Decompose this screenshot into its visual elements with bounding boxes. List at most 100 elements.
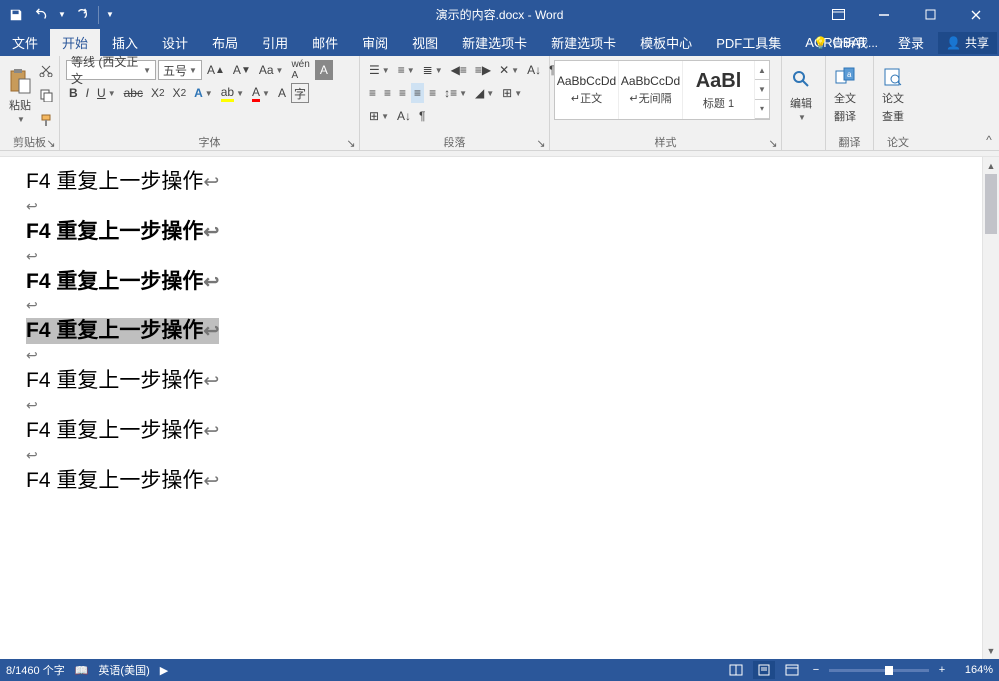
- bullets-icon[interactable]: ☰▼: [366, 60, 393, 80]
- translate-button[interactable]: a 全文 翻译: [830, 58, 860, 132]
- shrink-font-icon[interactable]: A▼: [230, 60, 254, 80]
- italic-button[interactable]: I: [83, 83, 92, 103]
- grow-font-icon[interactable]: A▲: [204, 60, 228, 80]
- dialog-launcher-icon[interactable]: ↘: [45, 137, 57, 149]
- undo-icon[interactable]: [30, 3, 54, 27]
- asian-layout-icon[interactable]: ✕▼: [496, 60, 522, 80]
- signin-button[interactable]: 登录: [890, 33, 932, 52]
- superscript-button[interactable]: X2: [170, 83, 190, 103]
- tab-layout[interactable]: 布局: [200, 29, 250, 56]
- dialog-launcher-icon[interactable]: ↘: [535, 137, 547, 149]
- align-center-icon[interactable]: ≡: [381, 83, 394, 103]
- tab-design[interactable]: 设计: [150, 29, 200, 56]
- dupcheck-button[interactable]: 论文 查重: [878, 58, 908, 132]
- enclose-characters-icon[interactable]: 字: [291, 83, 309, 103]
- numbering-icon[interactable]: ≡▼: [395, 60, 418, 80]
- character-border-icon[interactable]: A: [315, 60, 333, 80]
- scroll-track[interactable]: [983, 174, 999, 642]
- save-icon[interactable]: [4, 3, 28, 27]
- highlight-icon[interactable]: ab▼: [218, 83, 247, 103]
- tab-pdftools[interactable]: PDF工具集: [704, 29, 793, 56]
- tab-file[interactable]: 文件: [0, 29, 50, 56]
- align-right-icon[interactable]: ≡: [396, 83, 409, 103]
- collapse-ribbon-icon[interactable]: ^: [979, 56, 999, 150]
- multilevel-list-icon[interactable]: ≣▼: [420, 60, 446, 80]
- decrease-indent-icon[interactable]: ◀≡: [448, 60, 470, 80]
- zoom-slider[interactable]: [829, 669, 929, 672]
- macro-indicator-icon[interactable]: ▶: [160, 664, 168, 677]
- align-left-icon[interactable]: ≡: [366, 83, 379, 103]
- strikethrough-button[interactable]: abc: [121, 83, 146, 103]
- tell-me-search[interactable]: 💡 告诉我...: [813, 34, 878, 51]
- qat-customize-icon[interactable]: ▼: [103, 3, 117, 27]
- zoom-level[interactable]: 164%: [955, 664, 993, 676]
- share-button[interactable]: 👤 共享: [938, 32, 997, 54]
- gallery-up-icon[interactable]: ▲: [755, 61, 769, 80]
- paragraph-mark[interactable]: ↩: [26, 347, 973, 364]
- dialog-launcher-icon[interactable]: ↘: [345, 137, 357, 149]
- doc-line[interactable]: F4 重复上一步操作↩: [26, 368, 973, 394]
- tab-references[interactable]: 引用: [250, 29, 300, 56]
- minimize-icon[interactable]: [861, 0, 907, 29]
- style-normal[interactable]: AaBbCcDd ↵正文: [555, 61, 619, 119]
- gallery-more-icon[interactable]: ▾: [755, 100, 769, 119]
- language-indicator[interactable]: 英语(美国): [98, 662, 149, 678]
- spellcheck-icon[interactable]: 📖: [75, 664, 89, 677]
- change-case-icon[interactable]: Aa▼: [256, 60, 287, 80]
- doc-line[interactable]: F4 重复上一步操作↩: [26, 219, 973, 245]
- dialog-launcher-icon[interactable]: ↘: [767, 137, 779, 149]
- font-color-icon[interactable]: A▼: [249, 83, 273, 103]
- paragraph-marks-icon[interactable]: ¶: [416, 106, 428, 126]
- doc-line[interactable]: F4 重复上一步操作↩: [26, 418, 973, 444]
- doc-line-selected[interactable]: F4 重复上一步操作↩: [26, 318, 219, 344]
- editing-button[interactable]: 编辑 ▼: [786, 58, 816, 132]
- tab-newtab1[interactable]: 新建选项卡: [450, 29, 539, 56]
- cut-icon[interactable]: [38, 62, 54, 78]
- doc-line[interactable]: F4 重复上一步操作↩: [26, 468, 973, 494]
- tab-newtab2[interactable]: 新建选项卡: [539, 29, 628, 56]
- increase-indent-icon[interactable]: ≡▶: [472, 60, 494, 80]
- tab-review[interactable]: 审阅: [350, 29, 400, 56]
- undo-dropdown-icon[interactable]: ▼: [56, 3, 68, 27]
- read-mode-icon[interactable]: [725, 661, 747, 679]
- bold-button[interactable]: B: [66, 83, 81, 103]
- line-spacing-icon[interactable]: ↕≡▼: [441, 83, 470, 103]
- distributed-icon[interactable]: ≡: [426, 83, 439, 103]
- vertical-scrollbar[interactable]: ▲ ▼: [982, 157, 999, 659]
- doc-line[interactable]: F4 重复上一步操作↩: [26, 269, 973, 295]
- shading-icon[interactable]: ◢▼: [472, 83, 497, 103]
- format-painter-icon[interactable]: [38, 112, 54, 128]
- font-size-combo[interactable]: 五号▼: [158, 60, 202, 80]
- scroll-thumb[interactable]: [985, 174, 997, 234]
- close-icon[interactable]: [953, 0, 999, 29]
- underline-button[interactable]: U▼: [94, 83, 119, 103]
- tab-insert[interactable]: 插入: [100, 29, 150, 56]
- document-page[interactable]: F4 重复上一步操作↩ ↩ F4 重复上一步操作↩ ↩ F4 重复上一步操作↩ …: [0, 157, 999, 509]
- sort-icon[interactable]: A↓: [524, 60, 544, 80]
- zoom-slider-knob[interactable]: [885, 666, 893, 675]
- zoom-out-button[interactable]: −: [809, 664, 823, 676]
- redo-icon[interactable]: [70, 3, 94, 27]
- paste-button[interactable]: 粘贴 ▼: [4, 58, 36, 132]
- print-layout-icon[interactable]: [753, 661, 775, 679]
- align-justify-icon[interactable]: ≡: [411, 83, 424, 103]
- style-gallery[interactable]: AaBbCcDd ↵正文 AaBbCcDd ↵无间隔 AaBl 标题 1 ▲ ▼…: [554, 60, 770, 120]
- phonetic-guide-icon[interactable]: wénA: [288, 60, 312, 80]
- subscript-button[interactable]: X2: [148, 83, 168, 103]
- word-count[interactable]: 8/1460 个字: [6, 662, 65, 678]
- scroll-up-icon[interactable]: ▲: [983, 157, 999, 174]
- zoom-in-button[interactable]: +: [935, 664, 949, 676]
- web-layout-icon[interactable]: [781, 661, 803, 679]
- tab-home[interactable]: 开始: [50, 29, 100, 56]
- tab-view[interactable]: 视图: [400, 29, 450, 56]
- borders-icon[interactable]: ⊞▼: [499, 83, 525, 103]
- font-name-combo[interactable]: 等线 (西文正文▼: [66, 60, 156, 80]
- gallery-down-icon[interactable]: ▼: [755, 80, 769, 99]
- paragraph-mark[interactable]: ↩: [26, 248, 973, 265]
- paragraph-mark[interactable]: ↩: [26, 447, 973, 464]
- tab-template[interactable]: 模板中心: [628, 29, 704, 56]
- text-effects-icon[interactable]: A▼: [191, 83, 216, 103]
- doc-line[interactable]: F4 重复上一步操作↩: [26, 169, 973, 195]
- paragraph-mark[interactable]: ↩: [26, 297, 973, 314]
- paragraph-mark[interactable]: ↩: [26, 397, 973, 414]
